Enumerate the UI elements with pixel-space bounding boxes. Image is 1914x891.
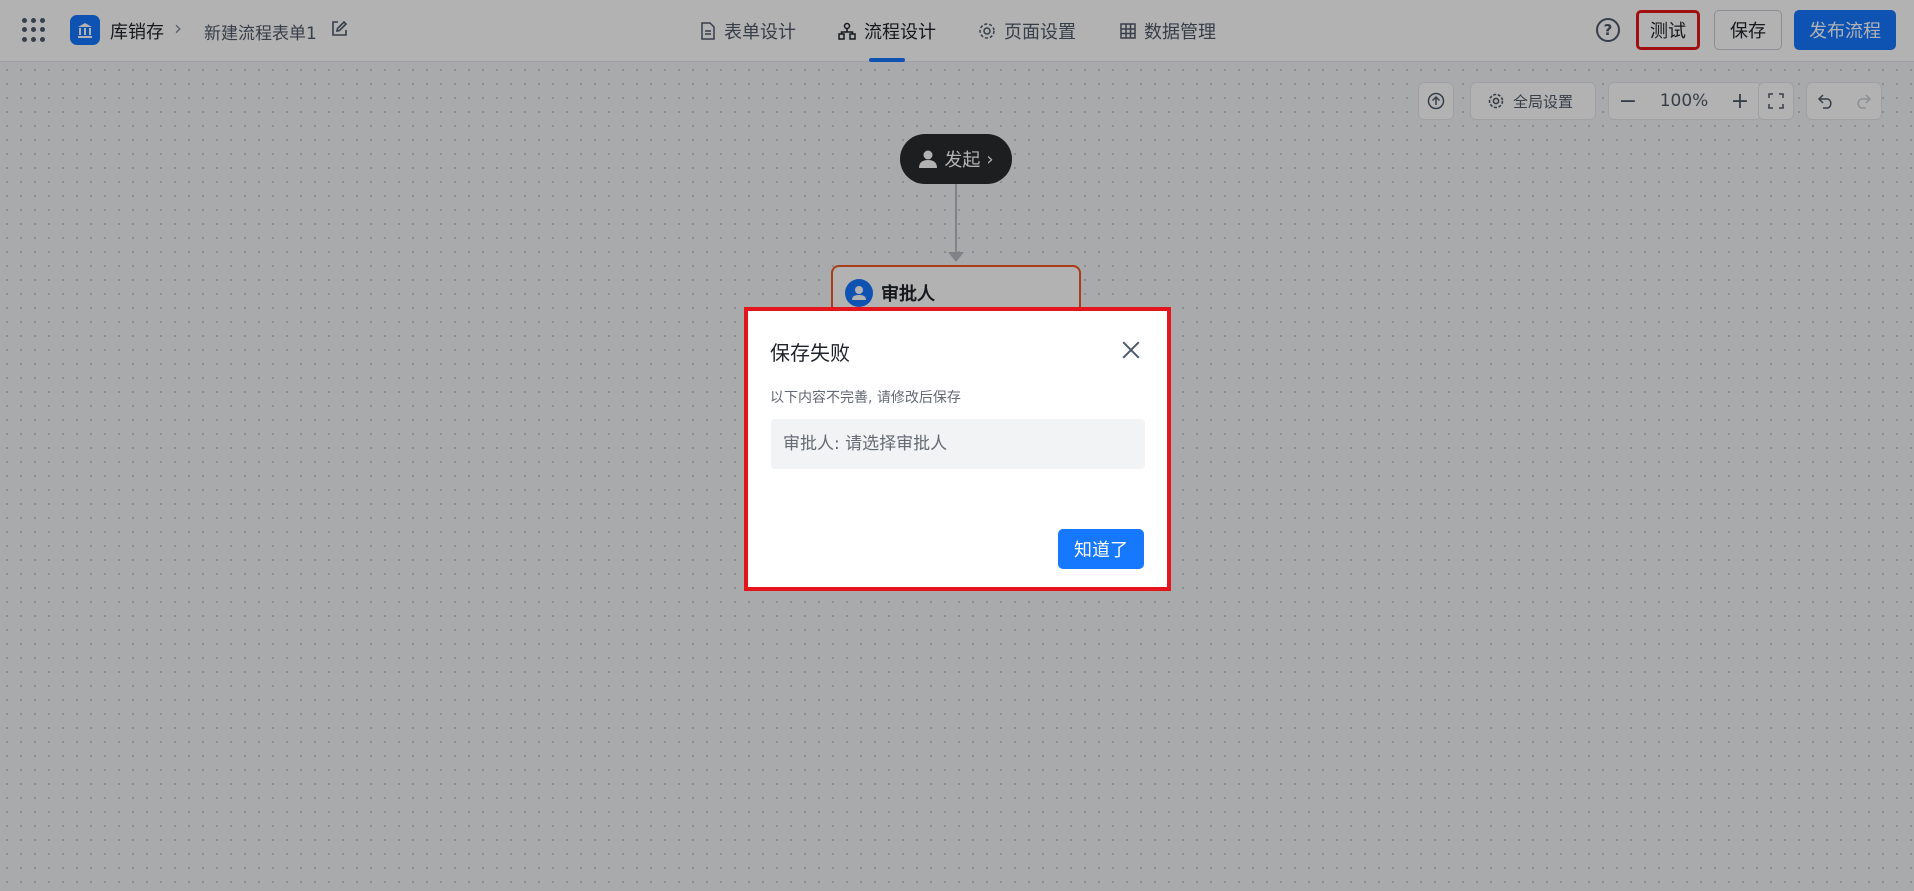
dialog-description: 以下内容不完善, 请修改后保存 <box>770 390 961 406</box>
dialog-title: 保存失败 <box>770 341 850 365</box>
validation-error-item[interactable]: 审批人: 请选择审批人 <box>771 419 1145 469</box>
save-failed-dialog: 保存失败 以下内容不完善, 请修改后保存 审批人: 请选择审批人 知道了 <box>744 307 1171 591</box>
acknowledge-button[interactable]: 知道了 <box>1058 529 1144 569</box>
close-icon[interactable] <box>1120 339 1142 361</box>
